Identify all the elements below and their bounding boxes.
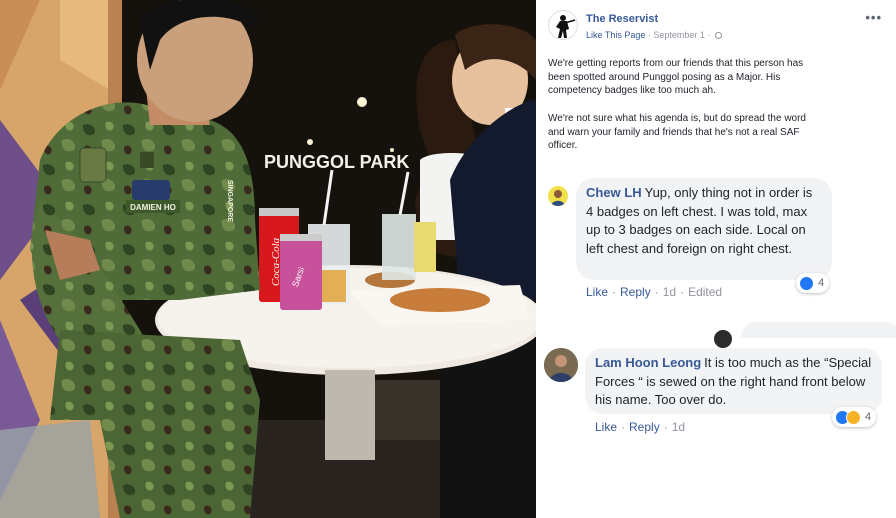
page-avatar[interactable] bbox=[548, 10, 578, 40]
soldier-silhouette-icon bbox=[556, 15, 576, 38]
comment-author-link[interactable]: Chew LH bbox=[586, 185, 642, 200]
meta-separator: · bbox=[647, 30, 651, 40]
photo-scene: PUNGGOL PARK Coca-Cola Sarsi DAMIEN HO S… bbox=[0, 0, 536, 518]
commenter-avatar[interactable] bbox=[544, 348, 578, 382]
hidden-reply-bubble bbox=[741, 322, 896, 338]
meta-separator: · bbox=[707, 30, 711, 40]
comment-bubble: Lam Hoon Leong It is too much as the “Spe… bbox=[585, 348, 882, 414]
comment-reactions[interactable]: 4 bbox=[796, 273, 830, 293]
punggol-park-sign: PUNGGOL PARK bbox=[264, 152, 409, 172]
comment-bubble: Chew LH Yup, only thing not in order is 4… bbox=[576, 178, 832, 280]
like-page-link[interactable]: Like This Page bbox=[586, 30, 645, 40]
hidden-reply-avatar bbox=[714, 330, 732, 348]
comment-actions: Like · Reply · 1d · Edited bbox=[586, 285, 723, 299]
post-paragraph: We're getting reports from our friends t… bbox=[548, 58, 804, 97]
post-date[interactable]: September 1 bbox=[653, 30, 705, 40]
comment-author-link[interactable]: Lam Hoon Leong bbox=[595, 355, 701, 370]
comment-edited[interactable]: Edited bbox=[688, 285, 722, 299]
reaction-count: 4 bbox=[818, 277, 825, 289]
commenter-avatar[interactable] bbox=[548, 186, 568, 206]
comment-reactions[interactable]: 4 bbox=[832, 407, 877, 427]
facebook-post-panel: The Reservist Like This Page · September… bbox=[536, 0, 896, 518]
like-reaction-icon bbox=[799, 275, 814, 291]
haha-reaction-icon bbox=[846, 409, 861, 425]
comment-time[interactable]: 1d bbox=[663, 285, 676, 299]
reaction-count: 4 bbox=[865, 411, 872, 423]
globe-icon bbox=[714, 32, 722, 40]
page-name-link[interactable]: The Reservist bbox=[586, 13, 658, 25]
post-meta: Like This Page · September 1 · bbox=[586, 30, 722, 40]
post-photo[interactable]: PUNGGOL PARK Coca-Cola Sarsi DAMIEN HO S… bbox=[0, 0, 536, 518]
post-text: We're getting reports from our friends t… bbox=[548, 57, 810, 167]
comment-time[interactable]: 1d bbox=[672, 420, 685, 434]
post-header: The Reservist Like This Page · September… bbox=[548, 10, 888, 46]
more-options-button[interactable]: ••• bbox=[865, 10, 882, 25]
comment-reply-button[interactable]: Reply bbox=[620, 285, 651, 299]
comment-like-button[interactable]: Like bbox=[595, 420, 617, 434]
comment-actions: Like · Reply · 1d bbox=[595, 420, 686, 434]
name-tape: DAMIEN HO bbox=[130, 203, 176, 212]
avatar-icon bbox=[551, 190, 565, 206]
comment-reply-button[interactable]: Reply bbox=[629, 420, 660, 434]
post-paragraph: We're not sure what his agenda is, but d… bbox=[548, 112, 806, 152]
comment-like-button[interactable]: Like bbox=[586, 285, 608, 299]
shoulder-tape: SINGAPORE bbox=[226, 180, 233, 222]
avatar-icon bbox=[544, 348, 578, 382]
